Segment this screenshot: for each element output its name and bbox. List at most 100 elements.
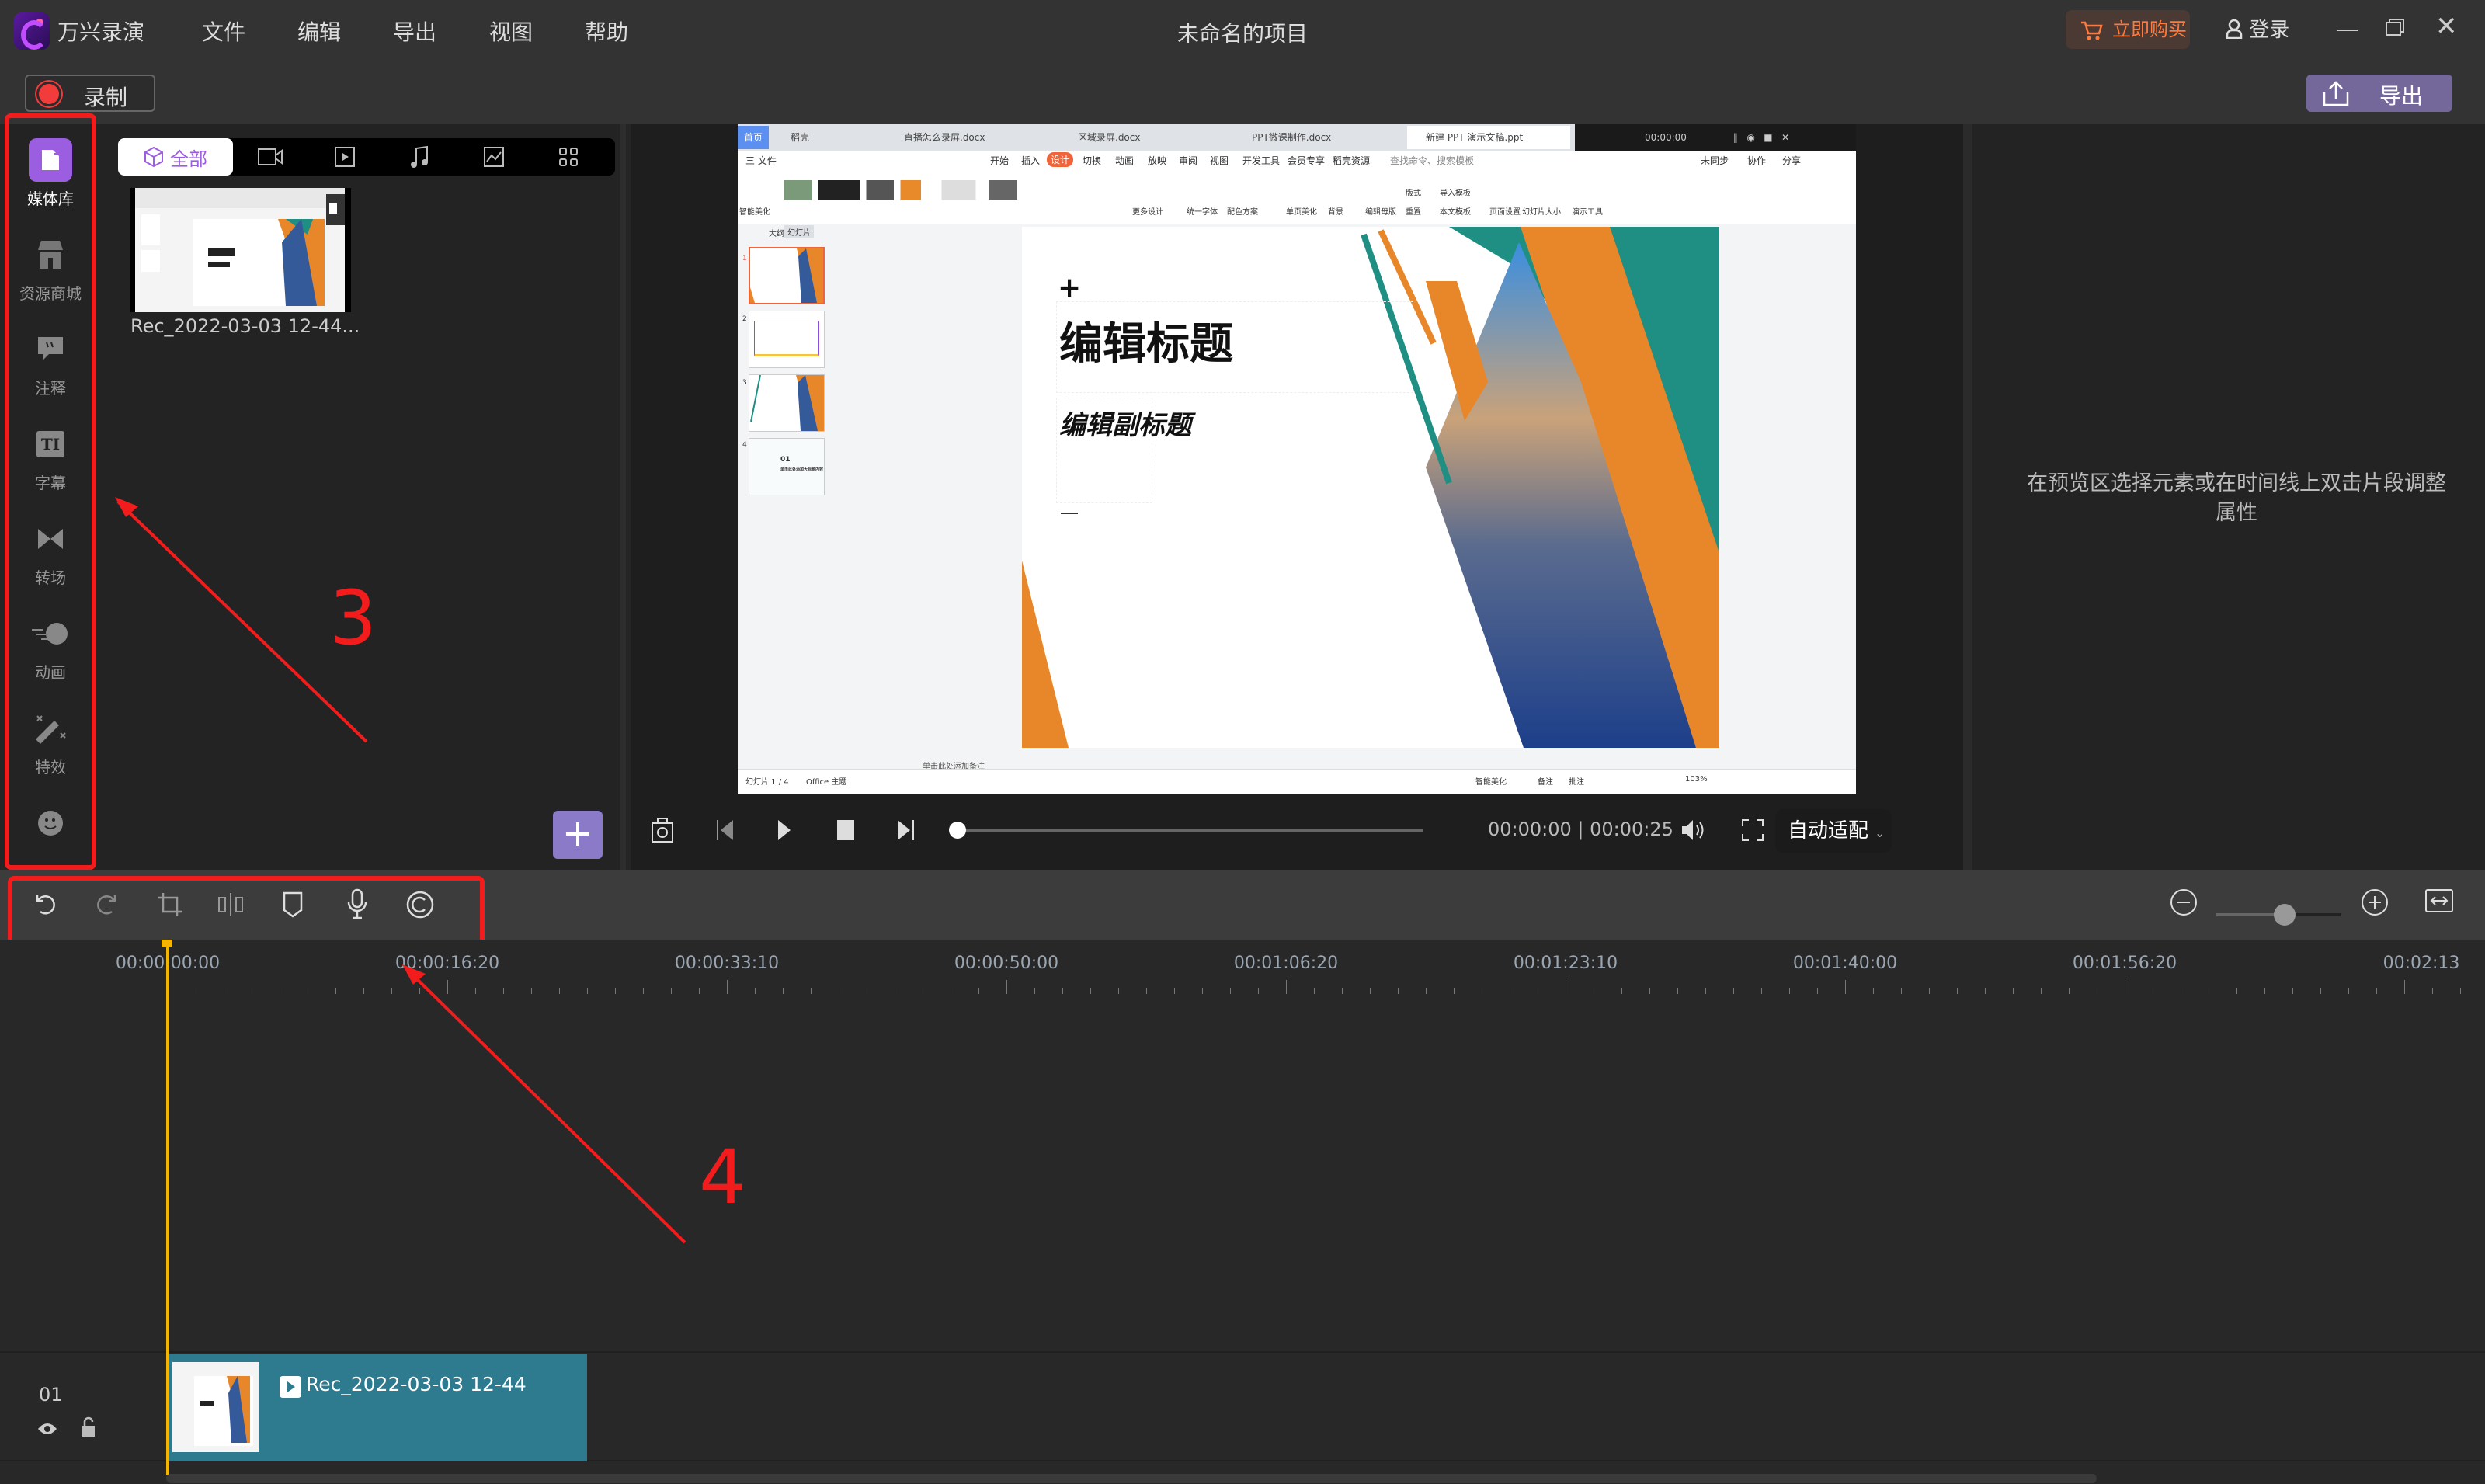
wps-status: 103%	[1685, 775, 1708, 784]
ruler-tick	[1062, 988, 1063, 994]
zoom-out-icon[interactable]	[2170, 888, 2198, 916]
wps-tab: 首页	[738, 126, 769, 149]
eye-icon[interactable]	[37, 1421, 57, 1437]
maximize-icon[interactable]	[2386, 22, 2401, 36]
volume-icon[interactable]	[1680, 818, 1707, 842]
export-label: 导出	[2379, 83, 2424, 109]
wps-menu: 审阅	[1179, 155, 1198, 166]
wps-menu: 开始	[990, 155, 1010, 166]
playhead-handle[interactable]	[162, 940, 172, 947]
title-bar: 万兴录演 文件 编辑 导出 视图 帮助 未命名的项目 立即购买 登录 ✕	[0, 0, 2485, 62]
stop-icon[interactable]	[837, 820, 854, 840]
next-frame-icon[interactable]	[896, 820, 915, 840]
fullscreen-icon[interactable]	[1741, 818, 1764, 842]
ribbon-item: 导入模板	[1440, 189, 1471, 198]
playback-handle[interactable]	[949, 822, 966, 839]
media-item-name: Rec_2022-03-03 12-44...	[130, 315, 360, 337]
wps-menu-active: 设计	[1047, 152, 1074, 167]
rec-timer: 00:00:00	[1645, 132, 1687, 143]
ruler-tick	[391, 988, 392, 994]
ruler-tick	[2013, 988, 2014, 994]
ruler-tick	[1845, 980, 1846, 994]
buy-now-button[interactable]: 立即购买	[2066, 10, 2190, 49]
ruler-tick	[1873, 988, 1874, 994]
ruler-tick	[1454, 988, 1455, 994]
slides-tab: 幻灯片	[784, 225, 814, 238]
ribbon-item: 幻灯片大小	[1522, 208, 1561, 217]
tab-more[interactable]	[531, 138, 606, 176]
ruler-tick	[727, 980, 728, 994]
ruler-tick	[1118, 988, 1119, 994]
design-templates	[784, 180, 1126, 200]
wps-menu: 插入	[1021, 155, 1041, 166]
slide-number: 4	[742, 441, 747, 449]
ruler-tick	[1174, 988, 1175, 994]
total-time: 00:00:25	[1590, 818, 1673, 840]
slide-thumb	[749, 374, 825, 432]
outline-tab: 大纲	[769, 230, 784, 238]
wps-status: 批注	[1569, 778, 1584, 787]
timeline-ruler[interactable]: 00:00:00:0000:00:16:2000:00:33:1000:00:5…	[0, 940, 2485, 1010]
tab-audio[interactable]	[382, 138, 457, 176]
clip-name: Rec_2022-03-03 12-44	[306, 1373, 527, 1395]
close-icon[interactable]: ✕	[2435, 11, 2458, 42]
login-button[interactable]: 登录	[2226, 14, 2289, 43]
tab-image[interactable]	[457, 138, 531, 176]
recording-preview-frame: 首页 稻壳 直播怎么录屏.docx 区域录屏.docx PPT微课制作.docx…	[738, 124, 1856, 794]
wps-tab: PPT微课制作.docx	[1233, 126, 1404, 149]
current-time: 00:00:00	[1488, 818, 1572, 840]
playhead[interactable]	[166, 940, 169, 1475]
ruler-tick	[335, 988, 336, 994]
track-number: 01	[39, 1384, 63, 1406]
ruler-tick	[1006, 980, 1007, 994]
ribbon-item: 演示工具	[1572, 208, 1603, 217]
ribbon-item: 智能美化	[739, 208, 770, 217]
ruler-tick	[643, 988, 644, 994]
slide-thumb	[749, 311, 825, 368]
media-item-thumbnail[interactable]	[130, 188, 351, 312]
previous-frame-icon[interactable]	[716, 820, 735, 840]
ruler-tick	[1649, 988, 1650, 994]
tab-all[interactable]: 全部	[118, 138, 233, 176]
ruler-tick	[475, 988, 476, 994]
ruler-tick	[1621, 988, 1622, 994]
ruler-tick	[1929, 988, 1930, 994]
playback-progress[interactable]	[949, 829, 1423, 832]
ruler-tick	[1789, 988, 1790, 994]
tab-video[interactable]	[308, 138, 382, 176]
record-button[interactable]: 录制	[25, 75, 155, 112]
export-button[interactable]: 导出	[2306, 75, 2452, 112]
minimize-icon[interactable]	[2337, 30, 2358, 31]
media-scrollbar[interactable]	[620, 124, 626, 870]
annotation-number-4: 4	[699, 1134, 747, 1221]
video-clip-icon	[280, 1376, 301, 1398]
ruler-tick	[1146, 988, 1147, 994]
zoom-slider-handle[interactable]	[2274, 904, 2296, 926]
timeline: 00:00:00:0000:00:16:2000:00:33:1000:00:5…	[0, 940, 2485, 1484]
zoom-in-icon[interactable]	[2361, 888, 2389, 916]
ruler-tick	[419, 988, 420, 994]
fit-timeline-icon[interactable]	[2424, 888, 2454, 915]
ruler-tick	[1761, 988, 1762, 994]
slide-thumb	[749, 247, 825, 304]
add-media-button[interactable]: +	[553, 811, 603, 859]
wps-menu: 未同步	[1701, 155, 1729, 166]
wps-status: Office 主题	[806, 778, 847, 787]
ruler-tick	[2376, 988, 2377, 994]
slide-number: 1	[742, 255, 747, 262]
fit-mode-dropdown[interactable]: 自动适配 ⌄	[1775, 809, 1892, 853]
tab-camera[interactable]	[233, 138, 308, 176]
wps-tab: 稻壳	[772, 126, 881, 149]
play-icon[interactable]	[777, 820, 792, 840]
ruler-tick	[531, 988, 532, 994]
unlock-icon[interactable]	[81, 1416, 96, 1438]
timeline-scrollbar[interactable]	[166, 1474, 2097, 1483]
snapshot-icon[interactable]	[651, 817, 674, 843]
ruler-tick	[755, 988, 756, 994]
ruler-tick	[783, 988, 784, 994]
top-toolbar: 录制 导出	[0, 62, 2485, 124]
timeline-clip[interactable]: Rec_2022-03-03 12-44	[168, 1354, 587, 1461]
ruler-tick	[559, 988, 560, 994]
ruler-tick	[2432, 988, 2433, 994]
ruler-tick	[503, 988, 504, 994]
